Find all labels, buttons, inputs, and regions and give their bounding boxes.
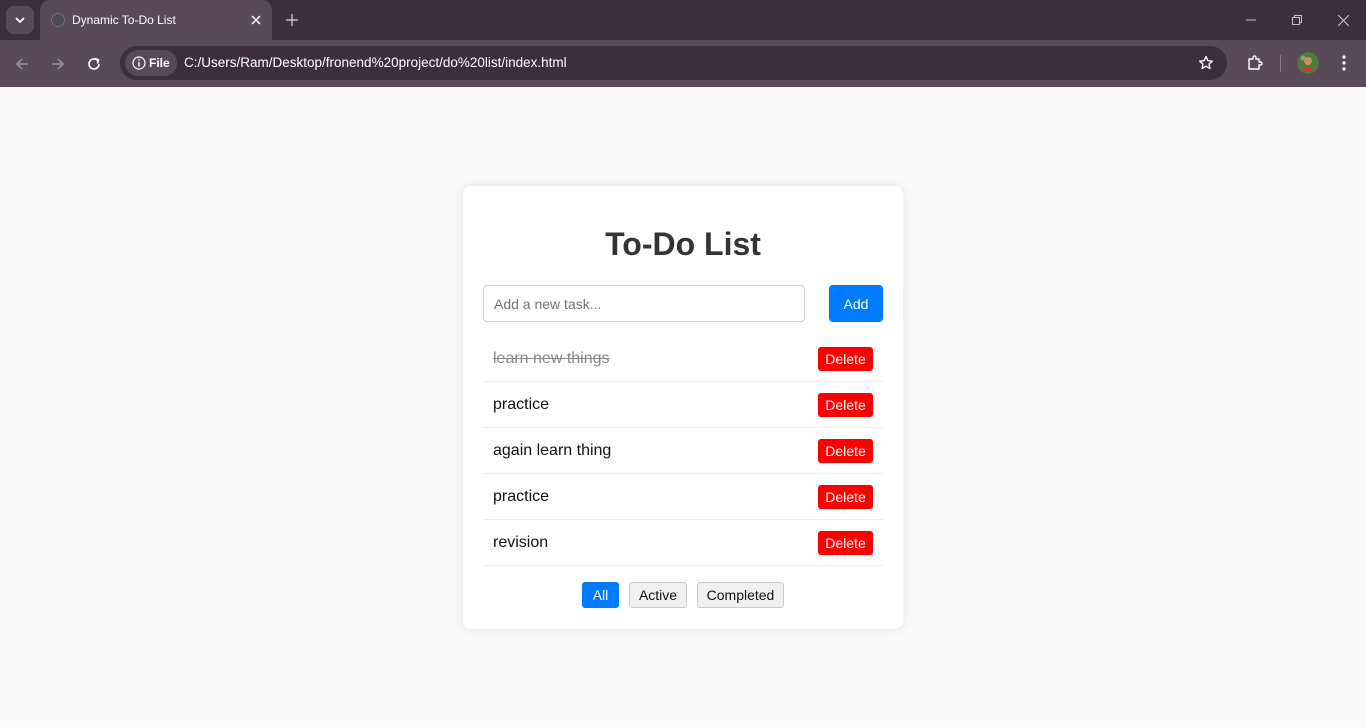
address-bar[interactable]: File C:/Users/Ram/Desktop/fronend%20proj… <box>120 46 1227 80</box>
delete-task-button[interactable]: Delete <box>818 393 873 417</box>
task-text[interactable]: revision <box>493 534 548 552</box>
delete-task-button[interactable]: Delete <box>818 347 873 371</box>
filter-all-button[interactable]: All <box>582 582 619 608</box>
url-text[interactable]: C:/Users/Ram/Desktop/fronend%20project/d… <box>184 55 567 70</box>
profile-avatar[interactable] <box>1297 52 1319 74</box>
arrow-right-icon <box>52 58 65 70</box>
more-vertical-icon <box>1342 55 1346 71</box>
todo-card: To-Do List Add learn new things Delete p… <box>463 186 903 629</box>
restore-icon <box>1292 15 1302 25</box>
restore-button[interactable] <box>1284 8 1310 32</box>
arrow-left-icon <box>15 58 28 70</box>
task-text[interactable]: again learn thing <box>493 442 611 460</box>
browser-tab[interactable]: Dynamic To-Do List <box>40 0 272 40</box>
task-item[interactable]: practice Delete <box>483 474 883 520</box>
page-viewport: To-Do List Add learn new things Delete p… <box>0 87 1366 727</box>
site-info-chip[interactable]: File <box>125 50 177 76</box>
reload-icon <box>88 57 100 70</box>
minimize-icon <box>1246 19 1256 21</box>
filter-bar: All Active Completed <box>463 582 903 608</box>
globe-icon <box>51 13 65 27</box>
add-task-button[interactable]: Add <box>829 285 883 322</box>
bookmark-button[interactable] <box>1194 51 1218 75</box>
close-icon <box>251 15 261 25</box>
browser-tab-bar: Dynamic To-Do List <box>0 0 1366 40</box>
close-window-button[interactable] <box>1330 8 1356 32</box>
site-info-label: File <box>149 56 170 70</box>
minimize-button[interactable] <box>1238 8 1264 32</box>
chevron-down-icon <box>15 17 25 24</box>
forward-button[interactable] <box>44 50 72 78</box>
delete-task-button[interactable]: Delete <box>818 439 873 463</box>
browser-menu-button[interactable] <box>1332 50 1356 76</box>
info-icon <box>132 56 146 70</box>
new-tab-button[interactable] <box>280 8 304 32</box>
back-button[interactable] <box>8 50 36 78</box>
close-icon <box>1337 14 1349 26</box>
extensions-button[interactable] <box>1242 50 1268 76</box>
task-item[interactable]: practice Delete <box>483 382 883 428</box>
tab-search-button[interactable] <box>6 6 34 34</box>
task-text[interactable]: practice <box>493 396 549 414</box>
reload-button[interactable] <box>80 50 108 78</box>
task-text[interactable]: practice <box>493 488 549 506</box>
page-title: To-Do List <box>605 226 761 262</box>
task-list: learn new things Delete practice Delete … <box>483 336 883 566</box>
tab-close-button[interactable] <box>246 10 266 30</box>
toolbar-divider <box>1280 55 1281 72</box>
puzzle-icon <box>1248 55 1263 70</box>
task-text[interactable]: learn new things <box>493 350 610 368</box>
tab-title: Dynamic To-Do List <box>72 13 176 27</box>
task-item[interactable]: learn new things Delete <box>483 336 883 382</box>
filter-active-button[interactable]: Active <box>629 582 687 608</box>
delete-task-button[interactable]: Delete <box>818 531 873 555</box>
delete-task-button[interactable]: Delete <box>818 485 873 509</box>
avatar-icon <box>1297 52 1319 74</box>
filter-completed-button[interactable]: Completed <box>697 582 784 608</box>
new-task-input[interactable] <box>483 285 805 322</box>
task-item[interactable]: revision Delete <box>483 520 883 566</box>
task-item[interactable]: again learn thing Delete <box>483 428 883 474</box>
browser-toolbar: File C:/Users/Ram/Desktop/fronend%20proj… <box>0 40 1366 87</box>
star-icon <box>1198 55 1214 70</box>
plus-icon <box>286 14 298 26</box>
